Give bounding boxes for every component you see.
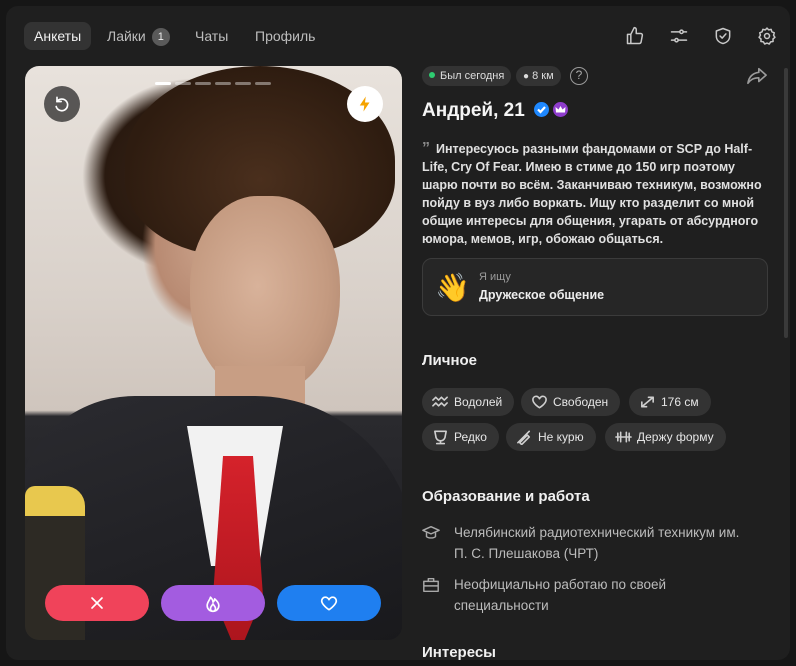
interests-section-title: Интересы — [422, 644, 496, 660]
chip-height: 176 см — [629, 388, 711, 416]
glass-icon — [434, 430, 447, 445]
photo-pagination — [155, 82, 271, 85]
photo-page-dot[interactable] — [215, 82, 231, 85]
seeking-card: 👋 Я ищу Дружеское общение — [422, 258, 768, 316]
dumbbell-icon — [615, 431, 632, 443]
gear-icon[interactable] — [755, 24, 779, 48]
undo-icon — [55, 96, 69, 112]
photo-page-dot[interactable] — [235, 82, 251, 85]
thumbs-up-icon[interactable] — [623, 24, 647, 48]
help-icon[interactable]: ? — [570, 67, 588, 85]
photo-page-dot[interactable] — [155, 82, 171, 85]
chip-fitness: Держу форму — [605, 423, 726, 451]
tab-profiles[interactable]: Анкеты — [24, 22, 92, 50]
share-button[interactable] — [746, 66, 770, 88]
photo-page-dot[interactable] — [195, 82, 211, 85]
online-status-badge: Был сегодня — [422, 66, 512, 86]
chip-zodiac: Водолей — [422, 388, 515, 416]
like-button[interactable] — [277, 585, 381, 621]
top-navigation: Анкеты Лайки 1 Чаты Профиль — [6, 6, 790, 64]
tab-profile[interactable]: Профиль — [245, 22, 325, 50]
superlike-button[interactable] — [161, 585, 265, 621]
premium-crown-icon — [553, 102, 568, 117]
waving-hand-icon: 👋 — [435, 272, 470, 303]
sliders-icon[interactable] — [667, 24, 691, 48]
chip-alcohol: Редко — [422, 423, 499, 451]
profile-bio: ” Интересуюсь разными фандомами от SCP до… — [422, 140, 762, 246]
quote-icon: ” — [422, 140, 430, 157]
seeking-value: Дружеское общение — [479, 288, 605, 302]
briefcase-icon — [423, 577, 439, 593]
aquarius-icon — [432, 396, 448, 407]
scrollbar[interactable] — [784, 68, 788, 338]
personal-section-title: Личное — [422, 352, 478, 369]
lightning-icon — [359, 96, 370, 112]
education-section-title: Образование и работа — [422, 488, 590, 505]
close-icon — [91, 597, 103, 609]
shield-check-icon[interactable] — [711, 24, 735, 48]
photo-page-dot[interactable] — [255, 82, 271, 85]
tab-likes[interactable]: Лайки 1 — [97, 22, 180, 50]
photo-page-dot[interactable] — [175, 82, 191, 85]
graduation-cap-icon — [422, 525, 440, 539]
height-icon — [641, 396, 654, 408]
distance-badge: ● 8 км — [516, 66, 561, 86]
chip-relationship: Свободен — [521, 388, 621, 416]
fire-icon — [206, 596, 220, 613]
undo-button[interactable] — [44, 86, 80, 122]
heart-outline-icon — [532, 395, 547, 409]
location-pin-icon: ● — [523, 71, 530, 82]
chip-smoking: Не курю — [506, 423, 596, 451]
verified-icon — [534, 102, 549, 117]
profile-photo[interactable] — [25, 66, 402, 640]
share-icon — [747, 67, 767, 85]
seeking-label: Я ищу — [479, 271, 511, 283]
tab-chats[interactable]: Чаты — [185, 22, 238, 50]
online-dot — [429, 72, 435, 78]
app-window: Анкеты Лайки 1 Чаты Профиль Был сегодня … — [6, 6, 790, 660]
likes-count-badge: 1 — [151, 28, 170, 46]
heart-icon — [320, 596, 338, 611]
profile-name: Андрей, 21 — [422, 100, 525, 121]
dislike-button[interactable] — [45, 585, 149, 621]
no-smoking-icon — [517, 430, 531, 445]
boost-button[interactable] — [347, 86, 383, 122]
